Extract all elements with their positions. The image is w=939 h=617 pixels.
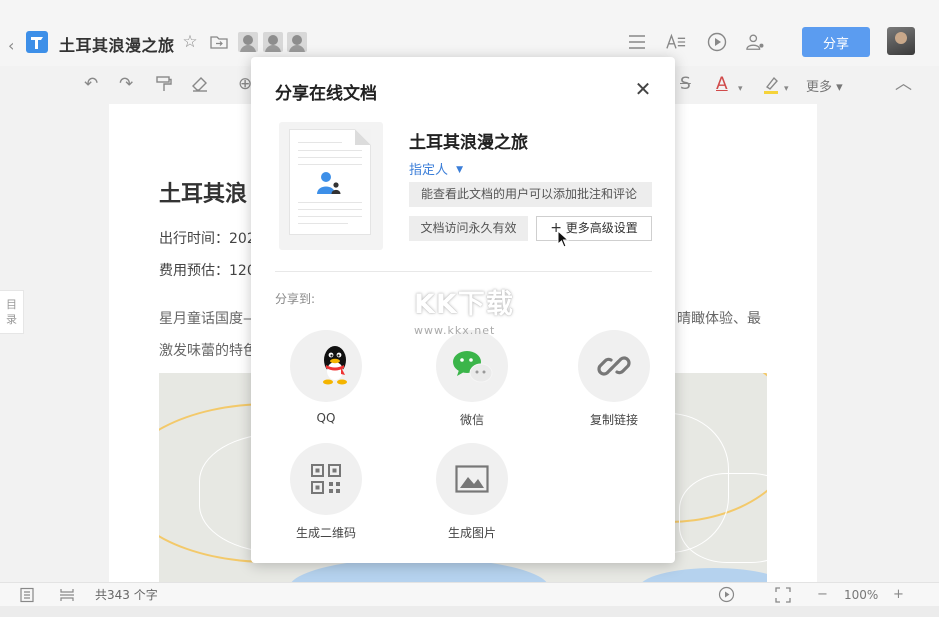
copy-link-button[interactable]: 复制链接 xyxy=(569,330,659,430)
copy-link-label: 复制链接 xyxy=(589,413,638,427)
share-to-label: 分享到: xyxy=(275,292,316,306)
collapse-toolbar-icon[interactable]: ︿ xyxy=(895,75,912,93)
collaborators-icon[interactable] xyxy=(746,32,766,52)
shared-document-title: 土耳其浪漫之旅 xyxy=(409,133,528,153)
link-icon xyxy=(597,356,631,376)
chevron-down-icon[interactable]: ▾ xyxy=(784,80,789,98)
travel-time: 出行时间：202 xyxy=(159,231,256,247)
highlight-icon[interactable] xyxy=(762,75,780,95)
qq-penguin-icon xyxy=(323,346,347,385)
document-thumbnail xyxy=(289,129,371,235)
share-button[interactable]: 分享 xyxy=(802,27,870,57)
move-folder-icon[interactable] xyxy=(209,32,229,52)
page-view-icon[interactable] xyxy=(59,587,75,603)
zoom-out-icon[interactable]: − xyxy=(817,587,828,603)
qrcode-icon xyxy=(311,464,341,494)
permission-dropdown[interactable]: 指定人 ▼ xyxy=(409,159,463,178)
share-wechat-label: 微信 xyxy=(459,413,484,427)
outline-view-icon[interactable] xyxy=(19,587,35,603)
divider xyxy=(275,271,652,272)
format-painter-icon[interactable] xyxy=(155,75,173,93)
access-expiry-button[interactable]: 文档访问永久有效 xyxy=(409,216,528,241)
paragraph-line: 星月童话国度— xyxy=(159,311,257,327)
generate-image-button[interactable]: 生成图片 xyxy=(427,443,517,543)
share-qq-button[interactable]: QQ xyxy=(281,330,371,430)
watermark-text: KK下载 xyxy=(414,289,514,320)
clear-format-icon[interactable] xyxy=(191,75,209,93)
text-format-icon[interactable] xyxy=(666,32,686,52)
collaborator-avatar[interactable] xyxy=(263,32,283,52)
paragraph-line-right: 晴瞰体验、最 xyxy=(677,311,761,327)
back-icon[interactable]: ‹ xyxy=(8,36,14,55)
budget: 费用预估：120 xyxy=(159,263,256,279)
wechat-icon xyxy=(453,351,493,383)
table-of-contents-tab[interactable]: 目录 xyxy=(0,290,24,334)
permission-description: 能查看此文档的用户可以添加批注和评论 xyxy=(409,182,652,207)
generate-qrcode-label: 生成二维码 xyxy=(295,526,356,540)
more-label: 更多 xyxy=(806,80,833,95)
permission-label: 指定人 xyxy=(409,163,449,178)
shared-user-icon xyxy=(317,172,341,194)
undo-icon[interactable]: ↶ xyxy=(84,75,98,93)
play-icon[interactable] xyxy=(718,586,735,603)
mouse-cursor-icon xyxy=(557,230,569,248)
docs-logo-icon xyxy=(26,31,48,53)
header-row: ‹ 土耳其浪漫之旅 ☆ 分享 xyxy=(0,22,939,62)
status-bar: 共343 个字 − 100% + xyxy=(0,582,939,606)
advanced-settings-label: 更多高级设置 xyxy=(565,221,638,235)
advanced-settings-button[interactable]: + 更多高级设置 xyxy=(536,216,652,241)
redo-icon[interactable]: ↷ xyxy=(119,75,133,93)
strikethrough-icon[interactable]: S xyxy=(680,75,691,93)
star-icon[interactable]: ☆ xyxy=(180,32,200,52)
generate-qrcode-button[interactable]: 生成二维码 xyxy=(281,443,371,543)
image-icon xyxy=(455,465,489,493)
fullscreen-icon[interactable] xyxy=(775,587,791,603)
document-heading: 土耳其浪 xyxy=(159,182,248,207)
present-play-icon[interactable] xyxy=(707,32,727,52)
caret-down-icon: ▼ xyxy=(456,165,464,175)
paragraph-line: 激发味蕾的特色 xyxy=(159,343,257,359)
share-qq-label: QQ xyxy=(316,411,336,425)
zoom-in-icon[interactable]: + xyxy=(893,587,904,603)
collaborator-avatar[interactable] xyxy=(238,32,258,52)
share-wechat-button[interactable]: 微信 xyxy=(427,330,517,430)
close-icon[interactable]: ✕ xyxy=(633,79,653,99)
word-count: 共343 个字 xyxy=(95,588,158,602)
chevron-down-icon[interactable]: ▾ xyxy=(738,80,743,98)
toc-label: 目录 xyxy=(6,298,17,326)
dialog-title: 分享在线文档 xyxy=(275,84,377,104)
window-bottom-edge xyxy=(0,606,939,617)
document-title[interactable]: 土耳其浪漫之旅 xyxy=(59,32,175,56)
collaborator-avatar[interactable] xyxy=(287,32,307,52)
zoom-level[interactable]: 100% xyxy=(844,587,878,603)
font-color-icon[interactable]: A xyxy=(716,75,728,93)
user-avatar[interactable] xyxy=(887,27,915,55)
outline-menu-icon[interactable] xyxy=(627,32,647,52)
watermark-url: www.kkx.net xyxy=(414,324,496,337)
generate-image-label: 生成图片 xyxy=(447,526,496,540)
more-menu[interactable]: 更多 ▾ xyxy=(806,76,843,95)
